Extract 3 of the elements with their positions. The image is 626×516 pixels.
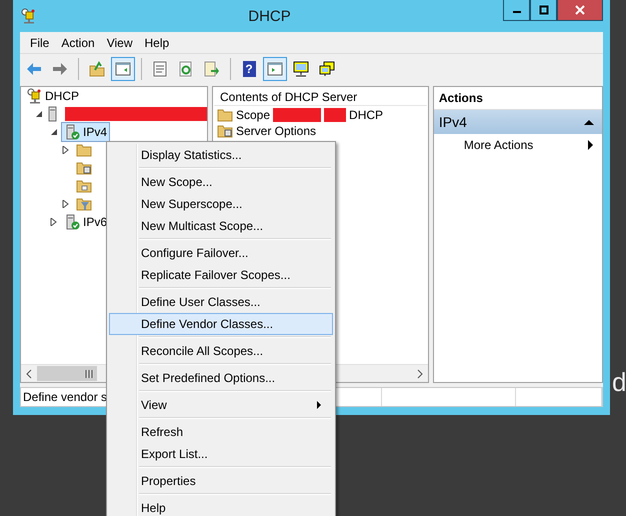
row-suffix: DHCP [349,108,384,122]
window-title: DHCP [247,8,292,24]
background-text: d [612,367,626,398]
